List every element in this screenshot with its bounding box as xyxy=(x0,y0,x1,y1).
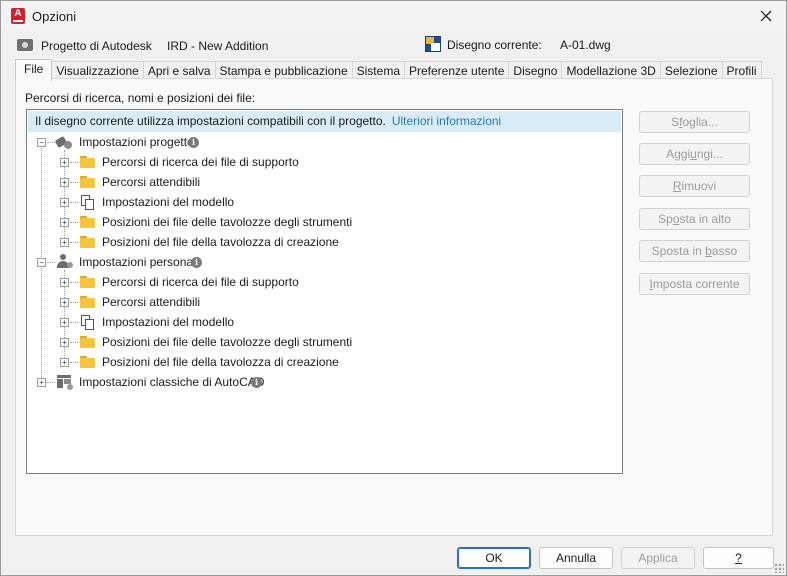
classic-settings-icon xyxy=(57,375,73,390)
tree-node-label: Impostazioni del modello xyxy=(102,195,235,209)
tab-file[interactable]: File xyxy=(15,59,53,81)
folder-icon xyxy=(80,296,95,308)
browse-button[interactable]: Sfoglia... xyxy=(639,111,750,133)
info-icon[interactable]: i xyxy=(251,377,262,388)
ok-button[interactable]: OK xyxy=(457,547,531,569)
tree-connector xyxy=(70,322,78,323)
panel-label: Percorsi di ricerca, nomi e posizioni de… xyxy=(25,91,256,105)
more-info-link[interactable]: Ulteriori informazioni xyxy=(392,114,501,128)
current-drawing-label: Disegno corrente: xyxy=(447,38,542,52)
remove-button[interactable]: Rimuovi xyxy=(639,175,750,197)
tree-node-label: Impostazioni personali xyxy=(79,255,199,269)
tree-node-personal-template-settings[interactable]: + Impostazioni del modello xyxy=(27,313,427,331)
options-dialog: A Opzioni Progetto di Autodesk IRD - New… xyxy=(0,0,787,576)
expand-icon[interactable]: + xyxy=(60,338,69,347)
folder-icon xyxy=(80,336,95,348)
folder-icon xyxy=(80,156,95,168)
folder-icon xyxy=(80,276,95,288)
tree-node-label: Posizioni del file della tavolozza di cr… xyxy=(102,355,339,369)
project-value: IRD - New Addition xyxy=(167,39,269,53)
add-button[interactable]: Aggiungi... xyxy=(639,143,750,165)
collapse-icon[interactable]: − xyxy=(37,138,46,147)
tree-node-label: Impostazioni progetto xyxy=(79,135,194,149)
file-paths-tree[interactable]: Il disegno corrente utilizza impostazion… xyxy=(26,109,623,474)
folder-icon xyxy=(80,356,95,368)
tree-node-label: Posizioni dei file delle tavolozze degli… xyxy=(102,335,353,349)
expand-icon[interactable]: + xyxy=(37,378,46,387)
project-label: Progetto di Autodesk xyxy=(41,39,152,53)
tree-connector xyxy=(47,262,55,263)
resize-grip[interactable] xyxy=(774,563,784,573)
tree-node-label: Posizioni del file della tavolozza di cr… xyxy=(102,235,339,249)
tree-node-label: Percorsi attendibili xyxy=(102,175,201,189)
tree-connector xyxy=(70,202,78,203)
tree-connector xyxy=(70,342,78,343)
apply-button[interactable]: Applica xyxy=(621,547,695,569)
tree-connector xyxy=(70,362,78,363)
expand-icon[interactable]: + xyxy=(60,178,69,187)
tree-node-personal-support-paths[interactable]: + Percorsi di ricerca dei file di suppor… xyxy=(27,273,427,291)
tree-node-label: Percorsi di ricerca dei file di supporto xyxy=(102,275,299,289)
close-icon xyxy=(760,10,772,22)
tree-node-classic-settings[interactable]: + Impostazioni classiche di AutoCAD i xyxy=(27,373,327,391)
cancel-button[interactable]: Annulla xyxy=(539,547,613,569)
expand-icon[interactable]: + xyxy=(60,318,69,327)
move-up-button[interactable]: Sposta in alto xyxy=(639,208,750,230)
tree-node-label: Percorsi di ricerca dei file di supporto xyxy=(102,155,299,169)
tree-node-personal-authoring-palette[interactable]: + Posizioni del file della tavolozza di … xyxy=(27,353,427,371)
move-down-button[interactable]: Sposta in basso xyxy=(639,240,750,262)
info-icon[interactable]: i xyxy=(188,137,199,148)
tree-connector xyxy=(70,282,78,283)
current-drawing-value: A-01.dwg xyxy=(560,38,611,52)
title-bar: A Opzioni xyxy=(1,1,786,31)
expand-icon[interactable]: + xyxy=(60,278,69,287)
tree-connector xyxy=(70,242,78,243)
window-title: Opzioni xyxy=(32,9,77,24)
expand-icon[interactable]: + xyxy=(60,358,69,367)
tree-node-project-template-settings[interactable]: + Impostazioni del modello xyxy=(27,193,427,211)
tree-connector xyxy=(70,182,78,183)
expand-icon[interactable]: + xyxy=(60,238,69,247)
drawing-file-icon xyxy=(425,36,441,52)
help-button[interactable]: ? xyxy=(703,547,774,569)
project-settings-icon xyxy=(54,135,72,149)
tree-node-personal-settings[interactable]: − Impostazioni personali i xyxy=(27,253,327,271)
expand-icon[interactable]: + xyxy=(60,298,69,307)
template-document-icon xyxy=(81,195,95,210)
expand-icon[interactable]: + xyxy=(60,218,69,227)
tree-node-project-authoring-palette[interactable]: + Posizioni del file della tavolozza di … xyxy=(27,233,427,251)
tree-node-label: Posizioni dei file delle tavolozze degli… xyxy=(102,215,353,229)
tree-connector xyxy=(70,222,78,223)
collapse-icon[interactable]: − xyxy=(37,258,46,267)
tree-connector xyxy=(47,382,55,383)
tree-node-label: Impostazioni del modello xyxy=(102,315,235,329)
tree-node-project-tool-palettes[interactable]: + Posizioni dei file delle tavolozze deg… xyxy=(27,213,427,231)
expand-icon[interactable]: + xyxy=(60,198,69,207)
folder-icon xyxy=(80,216,95,228)
expand-icon[interactable]: + xyxy=(60,158,69,167)
tree-node-personal-trusted-paths[interactable]: + Percorsi attendibili xyxy=(27,293,427,311)
tree-node-project-support-paths[interactable]: + Percorsi di ricerca dei file di suppor… xyxy=(27,153,427,171)
tree-connector xyxy=(70,162,78,163)
autocad-app-icon: A xyxy=(11,8,25,24)
folder-icon xyxy=(80,236,95,248)
tree-node-personal-tool-palettes[interactable]: + Posizioni dei file delle tavolozze deg… xyxy=(27,333,427,351)
tab-bar: File Visualizzazione Apri e salva Stampa… xyxy=(15,59,762,81)
close-button[interactable] xyxy=(746,1,786,31)
tree-node-label: Percorsi attendibili xyxy=(102,295,201,309)
set-current-button[interactable]: Imposta corrente xyxy=(639,273,750,295)
info-icon[interactable]: i xyxy=(191,257,202,268)
template-document-icon xyxy=(81,315,95,330)
folder-icon xyxy=(80,176,95,188)
banner-text: Il disegno corrente utilizza impostazion… xyxy=(35,114,386,128)
personal-settings-icon xyxy=(57,254,73,269)
tree-node-project-settings[interactable]: − Impostazioni progetto i xyxy=(27,133,327,151)
tree-node-project-trusted-paths[interactable]: + Percorsi attendibili xyxy=(27,173,427,191)
tree-node-label: Impostazioni classiche di AutoCAD xyxy=(79,375,265,389)
tree-connector xyxy=(47,142,55,143)
tree-connector xyxy=(70,302,78,303)
project-settings-banner: Il disegno corrente utilizza impostazion… xyxy=(28,111,621,132)
autodesk-project-icon xyxy=(17,39,33,51)
project-info-row: Progetto di Autodesk IRD - New Addition … xyxy=(1,33,786,57)
